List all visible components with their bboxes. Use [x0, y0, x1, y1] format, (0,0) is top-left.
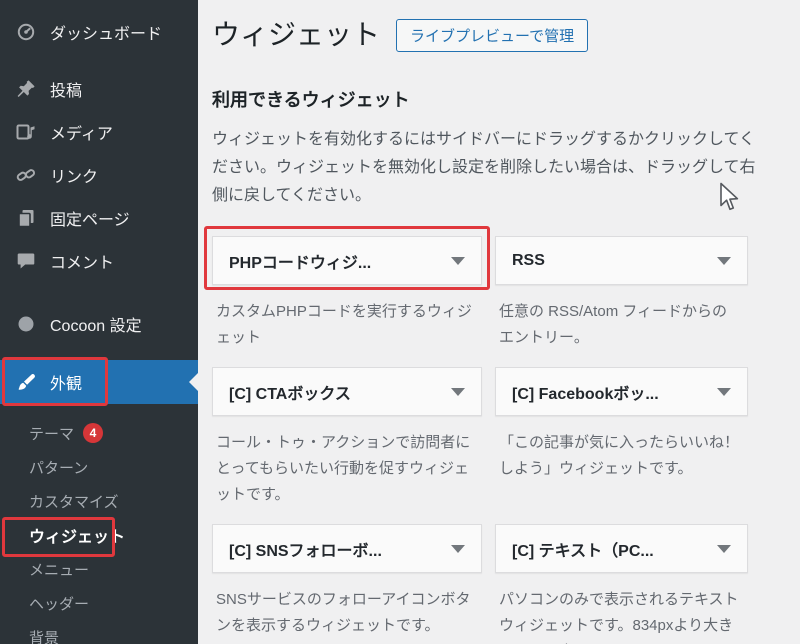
page-title: ウィジェット — [212, 19, 381, 50]
sidebar-item-label: リンク — [50, 168, 99, 186]
sidebar-item-cocoon-settings[interactable]: Cocoon 設定 — [0, 302, 198, 345]
link-icon — [15, 164, 37, 186]
sidebar-item-pages[interactable]: 固定ページ — [0, 196, 198, 239]
widget-cell-cta-box: [C] CTAボックス コール・トゥ・アクションで訪問者にとってもらいたい行動を… — [212, 367, 482, 508]
widget-description: コール・トゥ・アクションで訪問者にとってもらいたい行動を促すウィジェットです。 — [216, 434, 471, 503]
appearance-submenu: テーマ 4 パターン カスタマイズ ウィジェット メニュー ヘッダー 背景 — [0, 404, 198, 644]
wordpress-admin-widgets-page: ダッシュボード 投稿 メディア リンク 固定ページ コメント Cocoon 設定… — [0, 0, 800, 644]
submenu-item-header[interactable]: ヘッダー — [0, 586, 198, 620]
sidebar-item-label: 投稿 — [50, 82, 83, 100]
widget-cell-sns-follow: [C] SNSフォローボ... SNSサービスのフォローアイコンボタンを表示する… — [212, 524, 482, 644]
widget-title: [C] テキスト（PC... — [512, 542, 654, 560]
chevron-down-icon[interactable] — [717, 387, 731, 396]
submenu-item-label: ヘッダー — [29, 595, 90, 613]
widget-card-rss[interactable]: RSS — [495, 236, 748, 285]
widget-title: [C] SNSフォローボ... — [229, 542, 382, 560]
submenu-item-menus[interactable]: メニュー — [0, 552, 198, 586]
widget-title: [C] CTAボックス — [229, 385, 351, 403]
chevron-down-icon[interactable] — [451, 544, 465, 553]
available-widgets-description: ウィジェットを有効化するにはサイドバーにドラッグするかクリックしてください。ウィ… — [212, 131, 756, 204]
brush-icon — [15, 371, 37, 393]
submenu-item-customize[interactable]: カスタマイズ — [0, 484, 198, 518]
chevron-down-icon[interactable] — [717, 256, 731, 265]
submenu-item-label: テーマ — [29, 425, 75, 443]
circle-icon — [15, 313, 37, 335]
available-widgets-grid: PHPコードウィジ... カスタムPHPコードを実行するウィジェット RSS 任… — [212, 236, 800, 644]
sidebar-item-comments[interactable]: コメント — [0, 239, 198, 282]
widget-card-cta-box[interactable]: [C] CTAボックス — [212, 367, 482, 416]
submenu-item-label: ウィジェット — [29, 529, 126, 546]
widget-description: SNSサービスのフォローアイコンボタンを表示するウィジェットです。 — [216, 591, 471, 634]
gauge-icon — [15, 21, 37, 43]
sidebar-item-links[interactable]: リンク — [0, 153, 198, 196]
widget-title: [C] Facebookボッ... — [512, 385, 659, 403]
widget-title: PHPコードウィジ... — [229, 254, 372, 272]
widget-cell-php-code: PHPコードウィジ... カスタムPHPコードを実行するウィジェット — [212, 236, 482, 351]
pages-icon — [15, 207, 37, 229]
submenu-item-patterns[interactable]: パターン — [0, 450, 198, 484]
widget-description: カスタムPHPコードを実行するウィジェット — [216, 303, 472, 346]
manage-with-live-preview-button[interactable]: ライブプレビューで管理 — [396, 18, 589, 52]
chevron-down-icon[interactable] — [451, 387, 465, 396]
widget-card-text-pc[interactable]: [C] テキスト（PC... — [495, 524, 748, 573]
submenu-item-label: カスタマイズ — [29, 493, 119, 511]
admin-sidebar: ダッシュボード 投稿 メディア リンク 固定ページ コメント Cocoon 設定… — [0, 0, 198, 644]
submenu-item-themes[interactable]: テーマ 4 — [0, 416, 198, 450]
sidebar-item-media[interactable]: メディア — [0, 110, 198, 153]
sidebar-item-posts[interactable]: 投稿 — [0, 67, 198, 110]
sidebar-item-label: Cocoon 設定 — [50, 317, 142, 335]
widget-title: RSS — [512, 251, 545, 269]
page-header: ウィジェット ライブプレビューで管理 — [212, 14, 800, 56]
submenu-item-background[interactable]: 背景 — [0, 620, 198, 644]
available-widgets-heading: 利用できるウィジェット — [212, 90, 410, 110]
theme-update-badge: 4 — [83, 423, 104, 443]
widget-card-sns-follow[interactable]: [C] SNSフォローボ... — [212, 524, 482, 573]
sidebar-item-label: メディア — [50, 125, 113, 143]
submenu-item-label: パターン — [29, 459, 89, 477]
widget-description: 「この記事が気に入ったらいいね！しよう」ウィジェットです。 — [499, 434, 740, 477]
widget-card-facebook-button[interactable]: [C] Facebookボッ... — [495, 367, 748, 416]
sidebar-item-label: コメント — [50, 254, 115, 272]
comment-icon — [15, 250, 37, 272]
media-icon — [15, 121, 37, 143]
widget-cell-text-pc: [C] テキスト（PC... パソコンのみで表示されるテキストウィジェットです。… — [495, 524, 748, 644]
pin-icon — [15, 78, 37, 100]
submenu-item-label: メニュー — [29, 561, 90, 579]
widget-card-php-code[interactable]: PHPコードウィジ... — [212, 236, 482, 285]
sidebar-item-label: ダッシュボード — [50, 25, 163, 43]
widget-cell-rss: RSS 任意の RSS/Atom フィードからのエントリー。 — [495, 236, 748, 351]
chevron-down-icon[interactable] — [717, 544, 731, 553]
sidebar-item-dashboard[interactable]: ダッシュボード — [0, 10, 198, 53]
widget-description: 任意の RSS/Atom フィードからのエントリー。 — [499, 303, 728, 346]
chevron-down-icon[interactable] — [451, 256, 465, 265]
sidebar-item-appearance[interactable]: 外観 — [0, 360, 198, 404]
submenu-item-widgets[interactable]: ウィジェット — [0, 518, 198, 552]
widgets-page-content: ウィジェット ライブプレビューで管理 利用できるウィジェット ウィジェットを有効… — [198, 0, 800, 644]
submenu-item-label: 背景 — [29, 629, 60, 644]
widget-description: パソコンのみで表示されるテキストウィジェットです。834pxより大きな画面で表示… — [499, 591, 739, 644]
sidebar-item-label: 外観 — [50, 376, 83, 393]
widget-cell-facebook-button: [C] Facebookボッ... 「この記事が気に入ったらいいね！しよう」ウィ… — [495, 367, 748, 508]
sidebar-item-label: 固定ページ — [50, 211, 130, 229]
